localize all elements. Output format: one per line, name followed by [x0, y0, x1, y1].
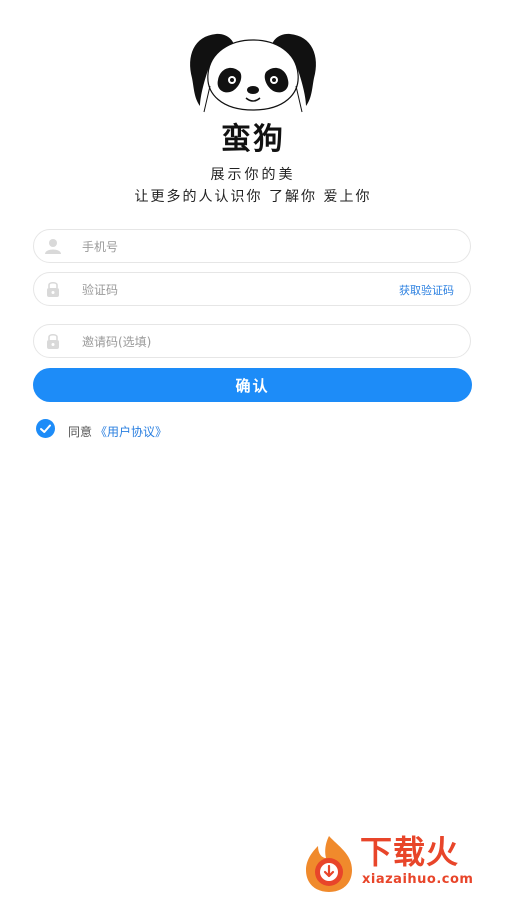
- fire-download-icon: [306, 836, 352, 892]
- agreement-label: 同意: [68, 425, 93, 439]
- code-input[interactable]: [80, 279, 344, 301]
- watermark-en: xiazaihuo.com: [362, 872, 474, 887]
- panda-logo: [190, 33, 316, 113]
- code-field[interactable]: 获取验证码: [33, 272, 471, 306]
- invite-code-field[interactable]: [33, 324, 471, 358]
- phone-field[interactable]: [33, 229, 471, 263]
- panda-icon: [190, 33, 316, 113]
- invite-code-input[interactable]: [80, 331, 384, 353]
- watermark: 下载火 xiazaihuo.com: [298, 832, 502, 894]
- lock-icon: [47, 281, 59, 297]
- slogan-line-1: 展示你的美: [210, 167, 296, 183]
- slogan-line-2: 让更多的人认识你 了解你 爱上你: [134, 189, 372, 205]
- lock-icon: [47, 333, 59, 349]
- user-agreement-link[interactable]: 《用户协议》: [95, 423, 167, 440]
- confirm-button[interactable]: 确认: [33, 368, 472, 402]
- app-name: 蛮狗: [221, 122, 285, 157]
- get-code-button[interactable]: 获取验证码: [399, 282, 454, 298]
- checkmark-icon: [40, 424, 51, 433]
- phone-input[interactable]: [80, 236, 384, 258]
- user-icon: [45, 239, 61, 254]
- watermark-cn: 下载火: [360, 833, 460, 871]
- agreement-checkbox[interactable]: [36, 419, 55, 438]
